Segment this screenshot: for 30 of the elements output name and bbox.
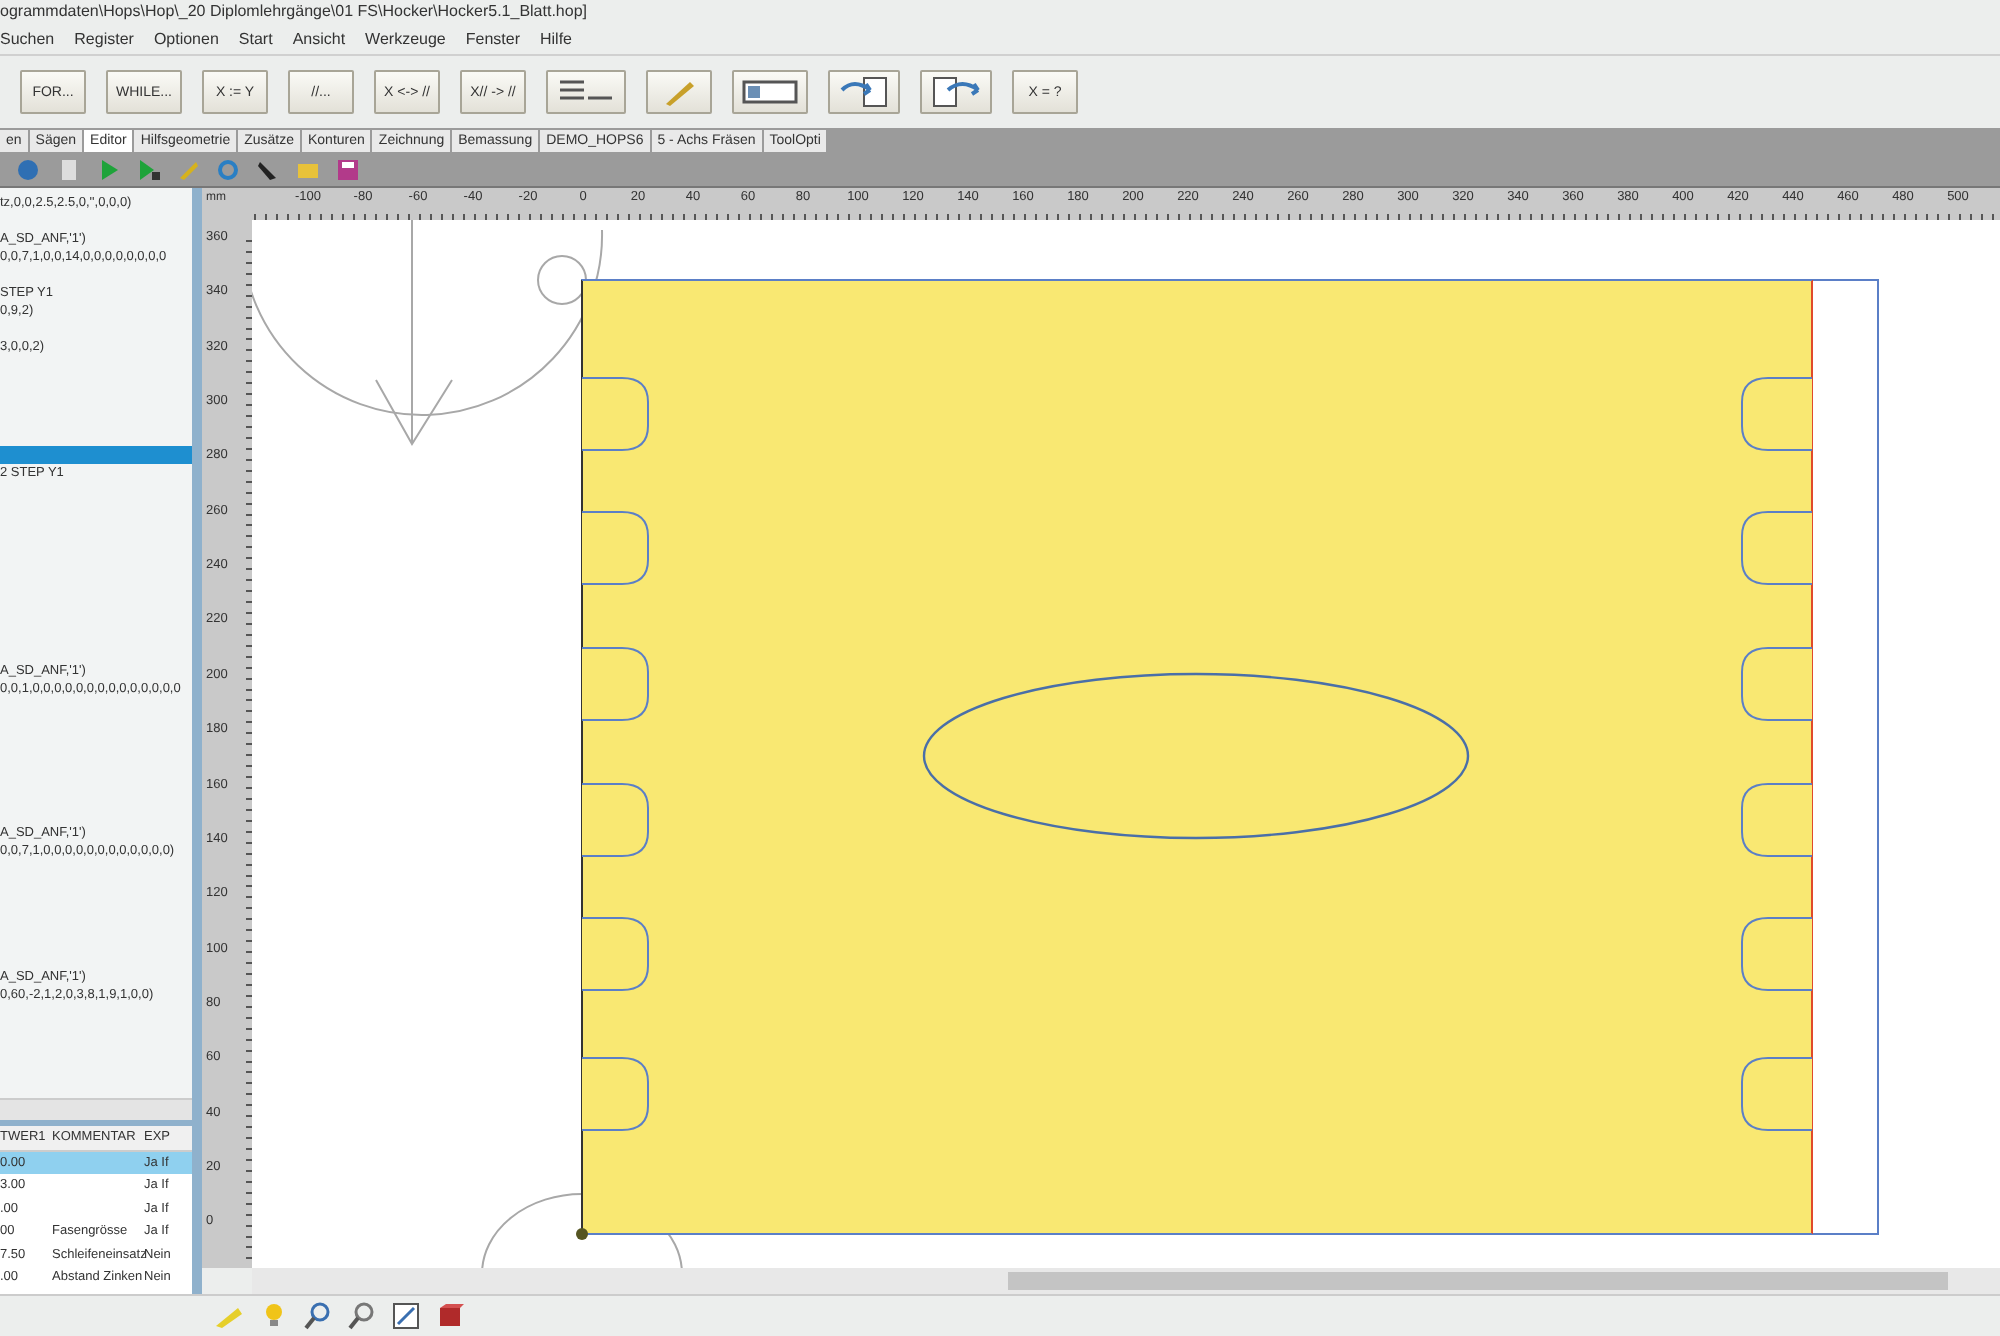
zoom-window-icon[interactable] [392, 1302, 420, 1330]
cube-icon[interactable] [436, 1302, 464, 1330]
scrollbar[interactable] [0, 1098, 192, 1120]
play-step-icon[interactable] [136, 158, 160, 182]
toolbar-button[interactable] [920, 70, 993, 114]
menu-item[interactable]: Hilfe [540, 29, 573, 47]
menu-item[interactable]: Ansicht [292, 29, 346, 47]
menu-item[interactable]: Start [238, 29, 273, 47]
menu-item[interactable]: Optionen [153, 29, 219, 47]
document-icon[interactable] [56, 158, 80, 182]
toolbar-button[interactable] [546, 70, 627, 114]
toolbar-button[interactable] [828, 70, 901, 114]
arrow-out-box-icon [930, 74, 983, 110]
menu-item[interactable]: Fenster [465, 29, 520, 47]
scrollbar[interactable] [252, 1268, 2000, 1294]
refresh-icon[interactable] [216, 158, 240, 182]
lightbulb-icon[interactable] [260, 1302, 288, 1330]
menu-item[interactable]: Suchen [0, 29, 55, 47]
zoom-out-icon[interactable] [348, 1302, 376, 1330]
window-title: ogrammdaten\Hops\Hop\_20 Diplomlehrgänge\01 FS\Hocker\Hocker5.1_Blatt.hop] [0, 2, 587, 20]
menu-item[interactable]: Werkzeuge [365, 29, 446, 47]
toolbar-button[interactable] [732, 70, 809, 114]
arrow-into-box-icon [838, 74, 891, 110]
scrollbar-thumb[interactable] [1008, 1272, 1948, 1290]
frame-icon [742, 76, 799, 108]
menu-item[interactable]: Register [74, 29, 134, 47]
folder-icon[interactable] [296, 158, 320, 182]
zoom-in-icon[interactable] [304, 1302, 332, 1330]
globe-icon[interactable] [16, 158, 40, 182]
save-icon[interactable] [336, 158, 360, 182]
